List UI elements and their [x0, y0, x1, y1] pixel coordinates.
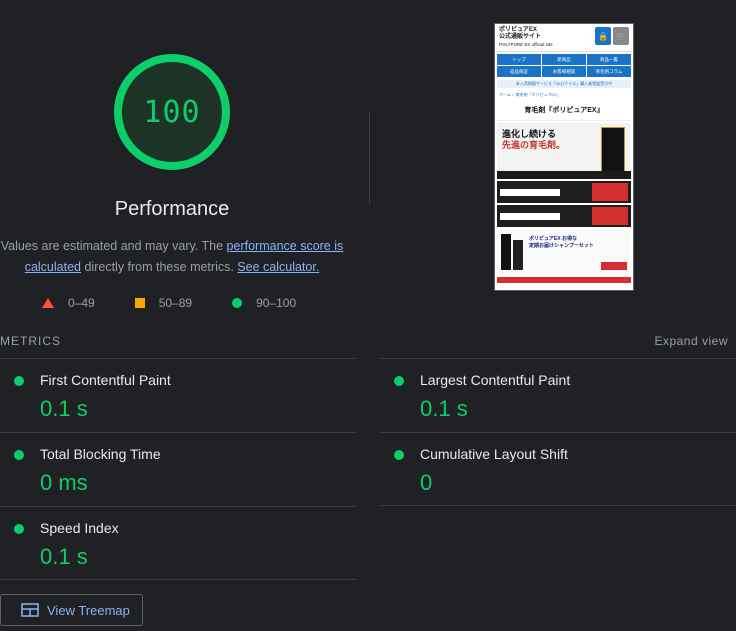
- thumb-set-button: [601, 262, 627, 270]
- thumb-brand: ポリピュアEX 公式通販サイト POLYPURE EX official sit…: [499, 27, 553, 48]
- expand-view-toggle[interactable]: Expand view: [654, 334, 728, 348]
- metric-name: Largest Contentful Paint: [420, 372, 571, 388]
- thumb-brand-en: POLYPURE EX official site: [499, 42, 553, 47]
- circle-icon: [232, 298, 243, 308]
- metric-total-blocking-time: Total Blocking Time 0 ms: [0, 432, 356, 506]
- pass-circle-icon: [14, 376, 24, 386]
- legend-pass: 90–100: [232, 296, 296, 310]
- thumb-hero-banner: 進化し続ける 先進の育毛剤。: [497, 123, 631, 179]
- pass-circle-icon: [394, 450, 404, 460]
- score-legend: 0–49 50–89 90–100: [42, 294, 336, 312]
- metric-first-contentful-paint: First Contentful Paint 0.1 s: [0, 358, 356, 432]
- thumb-header: ポリピュアEX 公式通販サイト POLYPURE EX official sit…: [495, 24, 633, 52]
- pass-circle-icon: [14, 524, 24, 534]
- thumb-promo-label: [500, 189, 560, 196]
- thumb-hero-band: [497, 171, 631, 179]
- thumb-brand-name: ポリピュアEX: [499, 27, 537, 33]
- metric-largest-contentful-paint: Largest Contentful Paint 0.1 s: [380, 358, 736, 432]
- score-description: Values are estimated and may vary. The p…: [0, 236, 344, 278]
- thumb-promo-tag: [592, 183, 628, 201]
- thumb-hero-line: 先進の育毛剤。: [502, 140, 566, 150]
- metric-name: First Contentful Paint: [40, 372, 171, 388]
- thumb-promo-banner: [497, 181, 631, 203]
- square-icon: [134, 298, 145, 308]
- section-divider: [369, 112, 370, 204]
- thumb-set-banner: ポリピュアEX お得な 定期お届けシャンプーセット: [497, 230, 631, 274]
- thumb-nav-item: 新商品: [542, 54, 586, 65]
- view-treemap-button[interactable]: View Treemap: [0, 594, 143, 626]
- metric-cumulative-layout-shift: Cumulative Layout Shift 0: [380, 432, 736, 506]
- score-gauge: 100: [112, 52, 232, 172]
- metric-name: Cumulative Layout Shift: [420, 446, 568, 462]
- product-bottle-image: [513, 240, 523, 270]
- product-bottle-image: [601, 127, 625, 175]
- thumb-promo-banner: [497, 205, 631, 227]
- thumb-set-line: 定期お届けシャンプーセット: [529, 243, 594, 249]
- metric-name: Speed Index: [40, 520, 119, 536]
- legend-range: 50–89: [158, 296, 193, 310]
- thumb-nav-item: お客様相談: [542, 66, 586, 77]
- legend-fail: 0–49: [42, 296, 95, 310]
- description-text: Values are estimated and may vary. The: [0, 239, 227, 253]
- thumb-nav-item: 返品保証: [497, 66, 541, 77]
- thumb-promo-label: [500, 213, 560, 220]
- metrics-heading: METRICS: [0, 334, 61, 348]
- final-screenshot[interactable]: ポリピュアEX 公式通販サイト POLYPURE EX official sit…: [494, 23, 634, 291]
- thumb-page-title: 育毛剤『ポリピュアEX』: [495, 101, 633, 121]
- score-value: 100: [143, 94, 201, 130]
- thumb-set-line: ポリピュアEX お得な: [529, 236, 577, 242]
- thumb-nav-item: トップ: [497, 54, 541, 65]
- pass-circle-icon: [394, 376, 404, 386]
- cart-icon: 🛒: [613, 27, 629, 45]
- see-calculator-link[interactable]: See calculator.: [237, 260, 319, 274]
- thumb-nav: トップ 新商品 商品一覧 返品保証 お客様相談 育毛剤コラム: [495, 52, 633, 79]
- view-treemap-label: View Treemap: [47, 602, 130, 618]
- treemap-icon: [21, 603, 39, 617]
- triangle-icon: [42, 298, 54, 308]
- product-bottle-image: [501, 234, 511, 270]
- thumb-set-copy: ポリピュアEX お得な 定期お届けシャンプーセット: [529, 236, 594, 250]
- category-title: Performance: [114, 198, 230, 220]
- thumb-hero-line: 進化し続ける: [502, 129, 557, 139]
- description-text-2: directly from these metrics.: [81, 260, 238, 274]
- legend-average: 50–89: [134, 296, 193, 310]
- thumb-breadcrumb: ホーム > 育毛剤「ポリピュアEX」: [499, 92, 561, 97]
- pass-circle-icon: [14, 450, 24, 460]
- thumb-promo-tag: [592, 207, 628, 225]
- metric-value: 0: [420, 470, 433, 495]
- metric-value: 0.1 s: [40, 544, 88, 569]
- metric-value: 0.1 s: [40, 396, 88, 421]
- metric-speed-index: Speed Index 0.1 s: [0, 506, 356, 580]
- thumb-brand-sub: 公式通販サイト: [499, 34, 542, 40]
- metric-value: 0 ms: [40, 470, 88, 495]
- metric-value: 0.1 s: [420, 396, 468, 421]
- lock-icon: 🔒: [595, 27, 611, 45]
- thumb-footer-bar: [497, 277, 631, 283]
- legend-range: 90–100: [256, 296, 297, 310]
- legend-range: 0–49: [68, 296, 95, 310]
- thumb-header-icons: 🔒 🛒: [595, 27, 629, 48]
- thumb-nav-item: 育毛剤コラム: [587, 66, 631, 77]
- thumb-hero-copy: 進化し続ける 先進の育毛剤。: [502, 129, 565, 151]
- metric-name: Total Blocking Time: [40, 446, 161, 462]
- thumb-nav-item: 商品一覧: [587, 54, 631, 65]
- thumb-notice-strip: 未入荷期間サービス「30分ナイス」購入者相談受付中: [497, 80, 631, 88]
